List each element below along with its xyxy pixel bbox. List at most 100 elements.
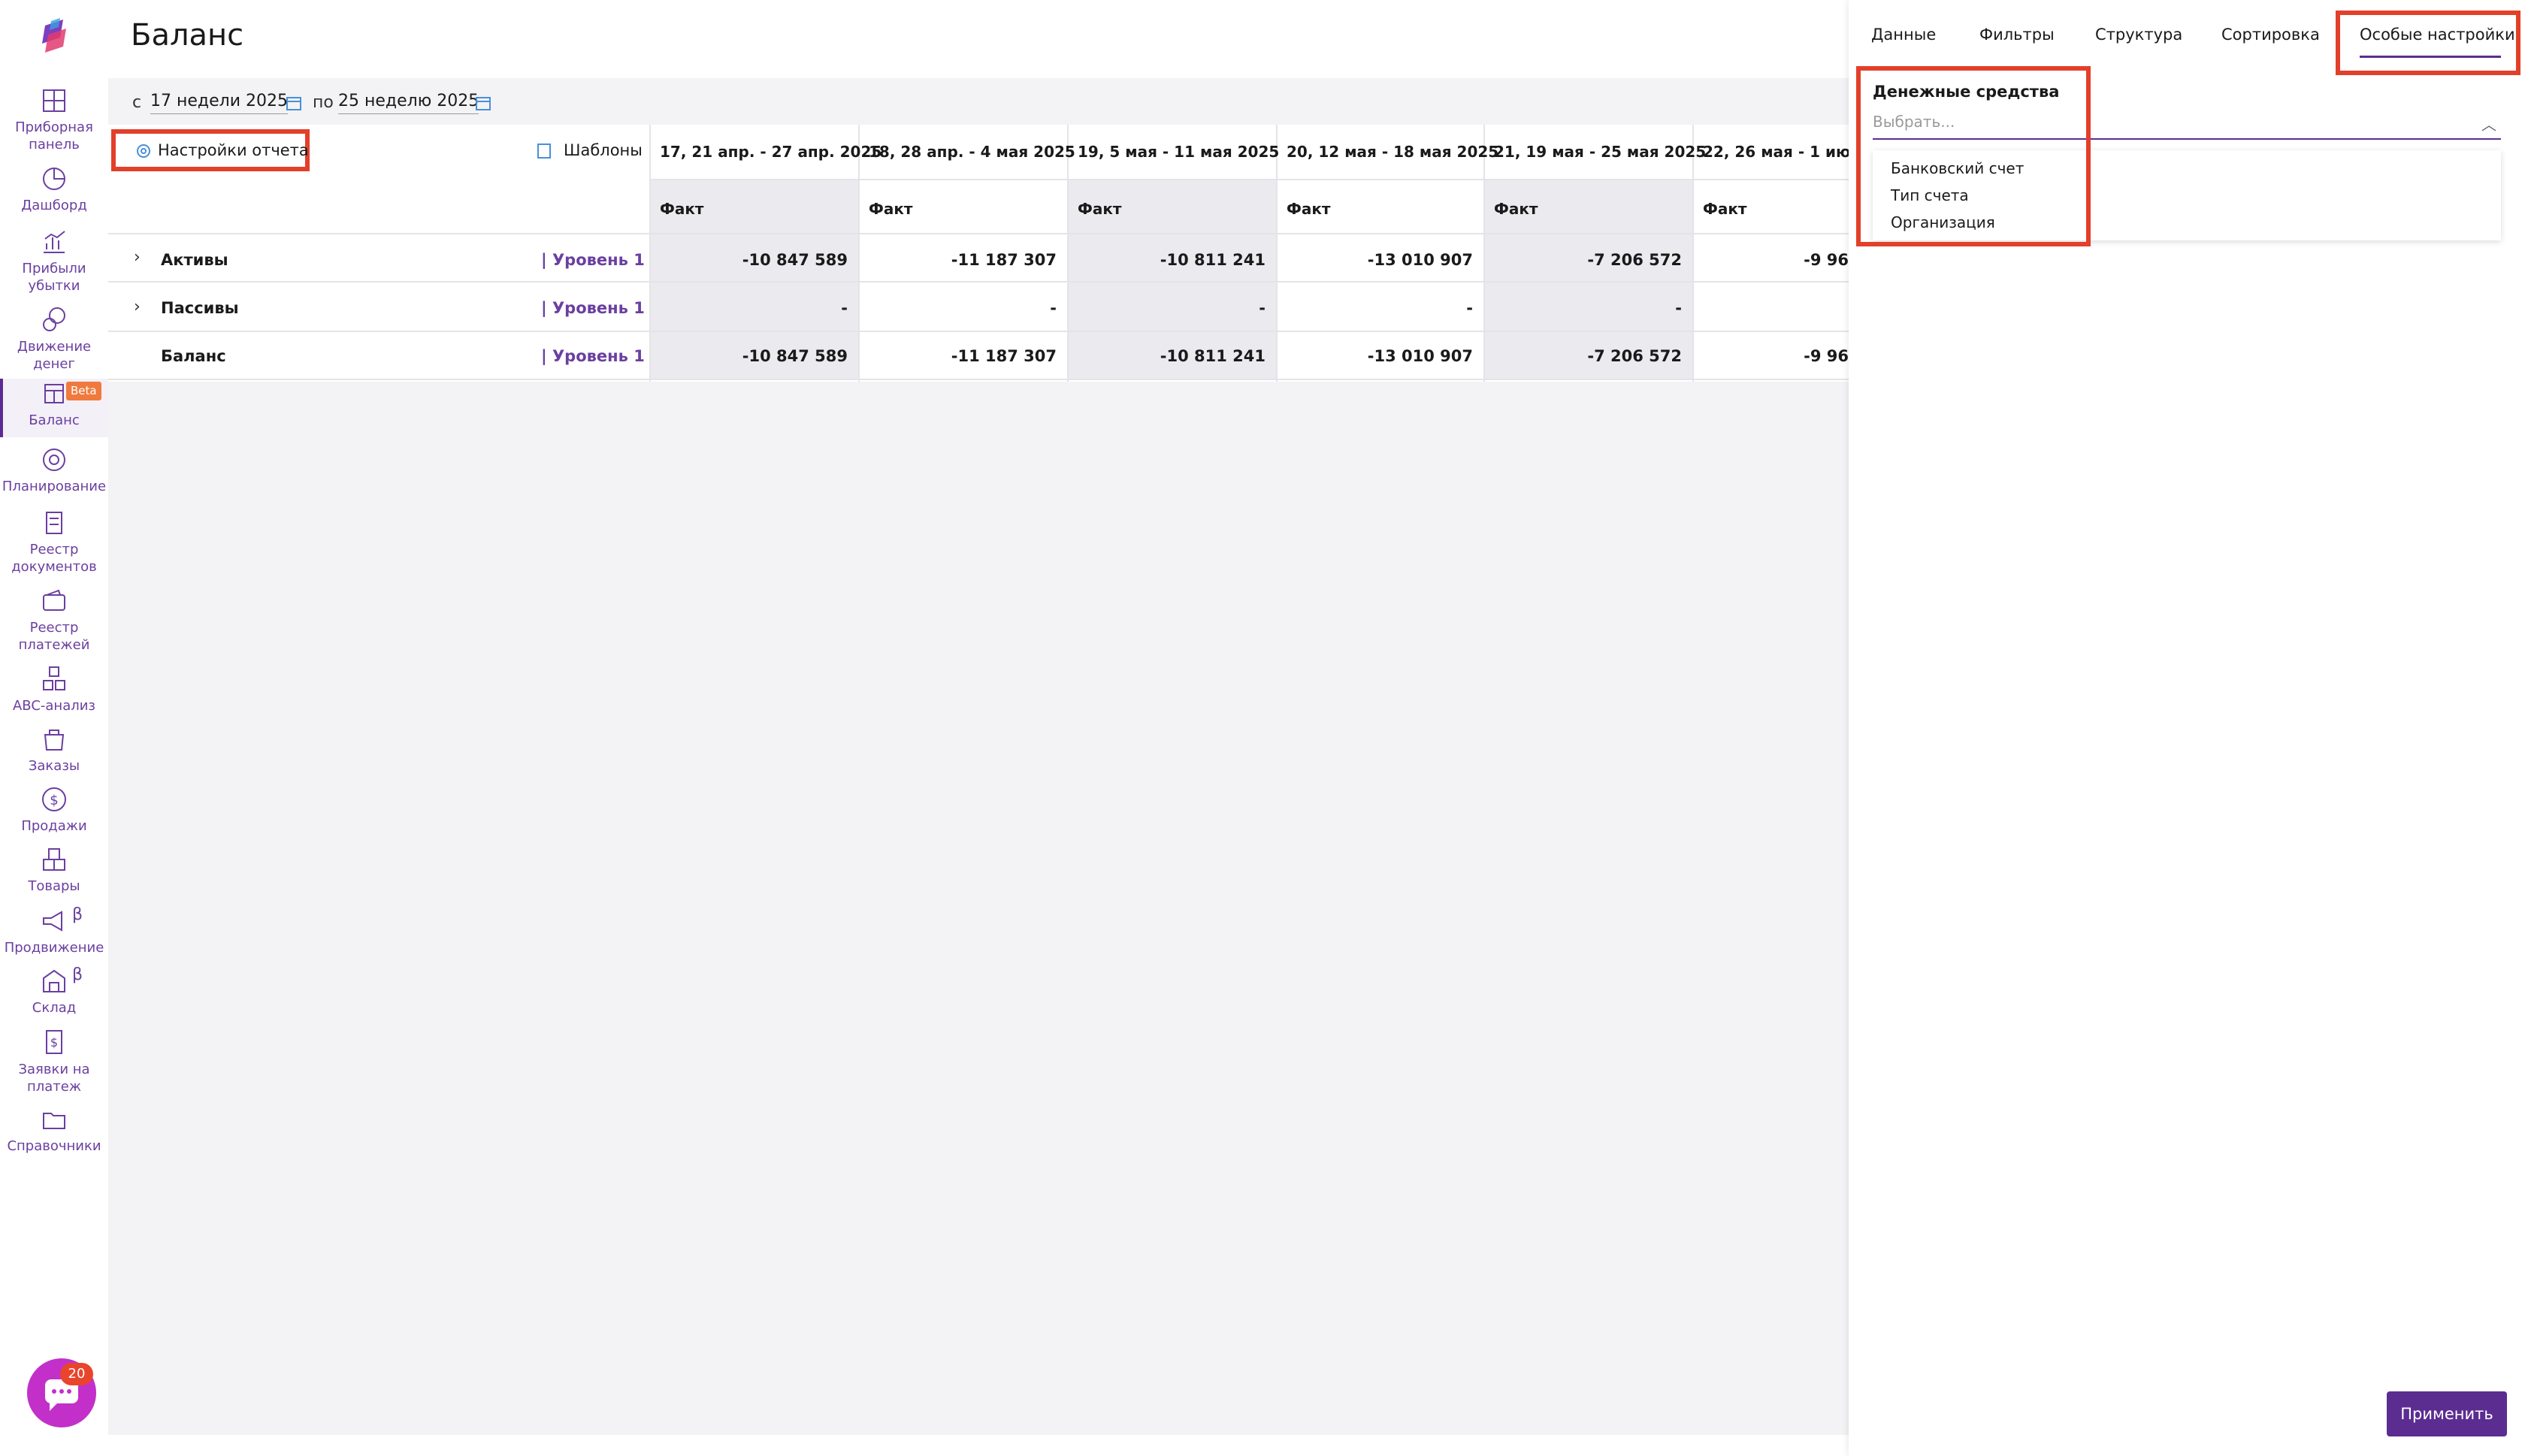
- sidebar-item-label: Продвижение: [4, 940, 104, 956]
- document-icon: [537, 143, 551, 159]
- table-cell: -: [1259, 299, 1266, 317]
- fact-subheader: Факт: [660, 200, 704, 218]
- apply-button[interactable]: Применить: [2387, 1391, 2507, 1436]
- sidebar-item-promotion[interactable]: Продвижение β: [0, 906, 108, 956]
- column-header[interactable]: 21, 19 мая - 25 мая 2025: [1494, 143, 1706, 161]
- row-label: Активы: [161, 251, 228, 269]
- pie-chart-icon: [43, 168, 65, 190]
- sidebar-item-sales[interactable]: $ Продажи: [0, 784, 108, 835]
- sidebar-item-documents[interactable]: Реестр документов: [0, 508, 108, 575]
- beta-symbol: β: [72, 965, 83, 984]
- fact-subheader: Факт: [1078, 200, 1122, 218]
- row-label: Пассивы: [161, 299, 239, 317]
- grid-line: [108, 331, 1849, 332]
- sidebar-item-label: Продажи: [21, 818, 87, 834]
- fact-subheader: Факт: [1703, 200, 1747, 218]
- table-cell: -: [841, 299, 848, 317]
- sidebar-item-orders[interactable]: Заказы: [0, 724, 108, 775]
- table-cell: -: [1050, 299, 1057, 317]
- sidebar-item-abc[interactable]: ABC-анализ: [0, 664, 108, 714]
- column-header[interactable]: 18, 28 апр. - 4 мая 2025: [869, 143, 1075, 161]
- expand-chevron-icon[interactable]: ›: [134, 298, 141, 316]
- tab-sorting[interactable]: Сортировка: [2221, 26, 2320, 44]
- sidebar-item-label: Склад: [32, 1000, 77, 1016]
- grid-line: [1067, 125, 1069, 382]
- period-to-field[interactable]: 25 неделю 2025: [338, 92, 479, 114]
- table-cell: -7 206 572: [1587, 251, 1682, 269]
- period-to-prefix: по: [313, 93, 334, 112]
- beta-badge: Beta: [66, 382, 101, 400]
- table-cell: -: [1675, 299, 1682, 317]
- highlight-box: [1856, 66, 2091, 246]
- sidebar-item-profit-loss[interactable]: Прибыли убытки: [0, 227, 108, 295]
- expand-chevron-icon[interactable]: ›: [134, 248, 141, 267]
- report-settings-button[interactable]: Настройки отчета: [158, 141, 309, 159]
- sidebar-item-payments[interactable]: Реестр платежей: [0, 586, 108, 654]
- highlight-box: [2336, 11, 2520, 75]
- grid-line: [649, 179, 1849, 180]
- tab-structure[interactable]: Структура: [2095, 26, 2182, 44]
- dashboard-grid-icon: [43, 89, 65, 112]
- period-from-prefix: с: [132, 93, 142, 112]
- row-level-link[interactable]: | Уровень 1: [541, 347, 645, 365]
- sidebar-item-label: Товары: [28, 878, 80, 894]
- svg-text:$: $: [50, 1035, 58, 1050]
- fact-subheader: Факт: [1494, 200, 1538, 218]
- app-logo[interactable]: [38, 18, 71, 56]
- column-header[interactable]: 19, 5 мая - 11 мая 2025: [1078, 143, 1279, 161]
- folder-icon: [43, 1113, 65, 1129]
- row-level-link[interactable]: | Уровень 1: [541, 251, 645, 269]
- table-cell: -10 811 241: [1160, 251, 1266, 269]
- chevron-up-icon[interactable]: ︿: [2481, 113, 2496, 134]
- sidebar-item-dashboard[interactable]: Дашборд: [0, 164, 108, 214]
- sidebar-item-payment-requests[interactable]: $ Заявки на платеж: [0, 1028, 108, 1095]
- sidebar-item-label: Прибыли убытки: [22, 261, 86, 294]
- calendar-icon[interactable]: [286, 95, 302, 111]
- table-cell: -9 96: [1804, 347, 1849, 365]
- gear-icon: [137, 144, 150, 158]
- sidebar-item-warehouse[interactable]: Склад β: [0, 966, 108, 1016]
- column-header[interactable]: 17, 21 апр. - 27 апр. 2025: [660, 143, 881, 161]
- tab-data[interactable]: Данные: [1871, 26, 1936, 44]
- calendar-icon[interactable]: [475, 95, 491, 111]
- sidebar-item-balance[interactable]: Баланс Beta: [0, 379, 108, 437]
- shopping-bag-icon: [44, 730, 65, 751]
- balance-icon: [44, 384, 64, 403]
- payment-request-icon: $: [46, 1030, 62, 1054]
- grid-line: [108, 379, 1849, 380]
- period-from-field[interactable]: 17 недели 2025: [150, 92, 288, 114]
- sidebar-item-products[interactable]: Товары: [0, 844, 108, 895]
- sidebar-item-cashflow[interactable]: Движение денег: [0, 305, 108, 373]
- chat-count-badge: 20: [60, 1363, 93, 1385]
- sidebar-item-label: Реестр платежей: [18, 620, 90, 653]
- table-cell: -7 206 572: [1587, 347, 1682, 365]
- table-cell: -11 187 307: [951, 347, 1057, 365]
- table-cell: -13 010 907: [1367, 251, 1473, 269]
- column-header[interactable]: 20, 12 мая - 18 мая 2025: [1287, 143, 1498, 161]
- tab-filters[interactable]: Фильтры: [1979, 26, 2055, 44]
- table-cell: -: [1466, 299, 1473, 317]
- fact-subheader: Факт: [1287, 200, 1331, 218]
- sidebar-item-planning[interactable]: Планирование: [0, 445, 108, 495]
- table-cell: -10 847 589: [742, 347, 848, 365]
- table-cell: -13 010 907: [1367, 347, 1473, 365]
- sidebar-item-label: Баланс: [29, 412, 80, 428]
- sidebar-item-label: Реестр документов: [11, 542, 97, 575]
- beta-symbol: β: [72, 905, 83, 924]
- sidebar-item-references[interactable]: Справочники: [0, 1104, 108, 1155]
- bar-chart-icon: [44, 231, 65, 253]
- grid-line: [108, 233, 1849, 234]
- table-cell: -11 187 307: [951, 251, 1057, 269]
- sidebar-item-dashboard-panel[interactable]: Приборная панель: [0, 86, 108, 153]
- coins-icon: [43, 307, 65, 331]
- sidebar-item-label: Движение денег: [17, 339, 92, 372]
- sidebar-item-label: Справочники: [7, 1138, 101, 1154]
- row-level-link[interactable]: | Уровень 1: [541, 299, 645, 317]
- sidebar-item-label: Заявки на платеж: [18, 1062, 90, 1095]
- table-cell: -10 847 589: [742, 251, 848, 269]
- sidebar-item-label: ABC-анализ: [12, 698, 95, 714]
- sidebar-item-label: Приборная панель: [15, 119, 93, 153]
- sidebar-item-label: Заказы: [28, 758, 80, 774]
- wallet-icon: [43, 589, 65, 611]
- templates-button[interactable]: Шаблоны: [564, 141, 643, 159]
